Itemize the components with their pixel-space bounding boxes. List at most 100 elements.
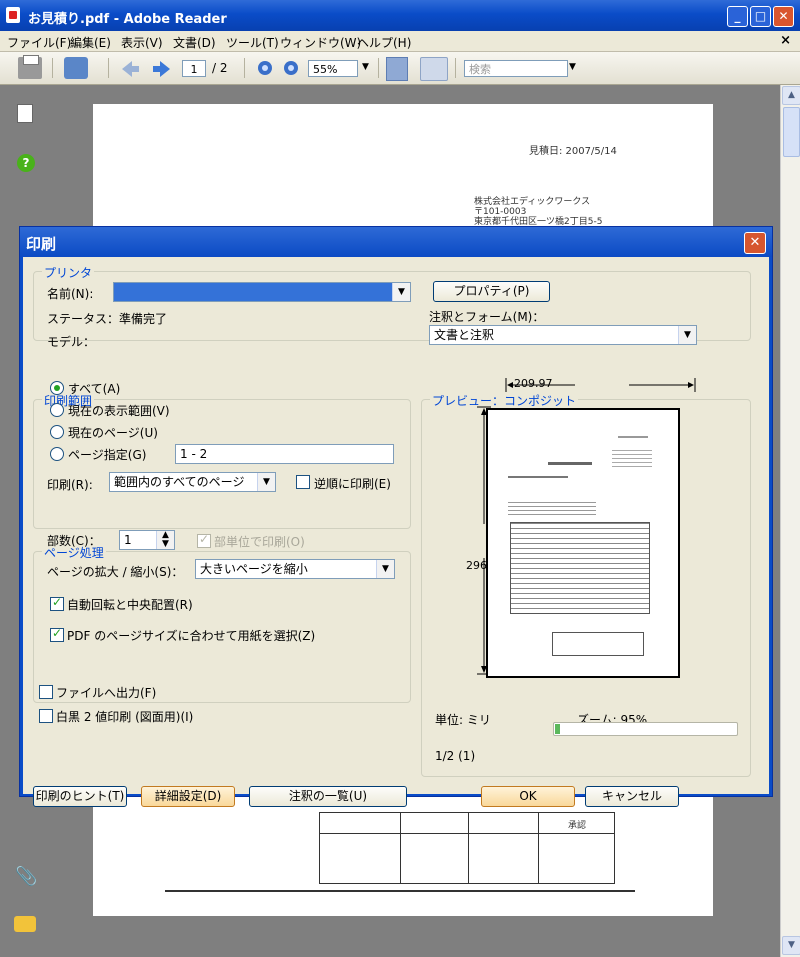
zoom-out-icon[interactable] bbox=[258, 61, 272, 75]
title-bar: お見積り.pdf - Adobe Reader _ □ ✕ bbox=[0, 0, 800, 31]
ok-button[interactable]: OK bbox=[481, 786, 575, 807]
scroll-down-icon[interactable]: ▼ bbox=[782, 936, 800, 955]
choose-paper-checkbox[interactable] bbox=[50, 626, 64, 642]
printer-name-select[interactable]: ▼ bbox=[113, 282, 411, 302]
chevron-down-icon: ▼ bbox=[678, 326, 696, 344]
chevron-down-icon: ▼ bbox=[376, 560, 394, 578]
zoom-dropdown-icon[interactable]: ▼ bbox=[362, 62, 369, 72]
scaling-select[interactable]: 大きいページを縮小 ▼ bbox=[195, 559, 395, 579]
scroll-thumb[interactable] bbox=[783, 107, 800, 157]
document-close-icon[interactable]: × bbox=[780, 33, 791, 48]
adobe-reader-icon bbox=[6, 7, 20, 23]
toolbar-separator bbox=[455, 58, 456, 78]
range-all-radio[interactable] bbox=[50, 381, 64, 395]
range-all-label[interactable]: すべて(A) bbox=[68, 380, 120, 397]
annotations-select[interactable]: 文書と注釈 ▼ bbox=[429, 325, 697, 345]
chevron-down-icon: ▼ bbox=[257, 473, 275, 491]
attachment-icon[interactable]: 📎 bbox=[15, 866, 37, 887]
grayscale-checkbox[interactable] bbox=[39, 709, 53, 723]
print-to-file-label[interactable]: ファイルへ出力(F) bbox=[56, 684, 156, 701]
menu-edit[interactable]: 編集(E) bbox=[70, 34, 111, 51]
zoom-in-icon[interactable] bbox=[284, 61, 298, 75]
grayscale-label[interactable]: 白黒 2 値印刷 (図面用)(I) bbox=[56, 708, 193, 725]
print-tips-button[interactable]: 印刷のヒント(T) bbox=[33, 786, 127, 807]
help-icon[interactable]: ? bbox=[17, 154, 35, 172]
toolbar: 1 / 2 55% ▼ 検索 ▼ bbox=[0, 52, 800, 85]
range-view-label[interactable]: 現在の表示範囲(V) bbox=[68, 402, 170, 419]
preview-page-slider[interactable] bbox=[553, 722, 738, 736]
collate-checkbox[interactable] bbox=[197, 532, 211, 548]
close-button[interactable]: ✕ bbox=[773, 6, 794, 27]
copies-input[interactable]: 1 ▲ ▼ bbox=[119, 530, 175, 550]
maximize-button[interactable]: □ bbox=[750, 6, 771, 27]
reverse-order-label[interactable]: 逆順に印刷(E) bbox=[314, 475, 391, 492]
collate-label: 部単位で印刷(O) bbox=[214, 535, 305, 549]
spinner-icon[interactable]: ▲ ▼ bbox=[156, 531, 174, 549]
auto-rotate-label[interactable]: 自動回転と中央配置(R) bbox=[67, 596, 193, 613]
menu-file[interactable]: ファイル(F) bbox=[7, 34, 71, 51]
preview-unit: 単位: ミリ bbox=[435, 713, 491, 727]
copies-label: 部数(C)： bbox=[47, 534, 101, 548]
cancel-button[interactable]: キャンセル bbox=[585, 786, 679, 807]
printer-model: モデル： bbox=[47, 335, 96, 349]
preview-table bbox=[510, 522, 650, 614]
range-page-radio[interactable] bbox=[50, 425, 64, 439]
reverse-order-checkbox[interactable] bbox=[296, 475, 310, 489]
search-tool-icon[interactable] bbox=[64, 57, 88, 79]
advanced-button[interactable]: 詳細設定(D) bbox=[141, 786, 235, 807]
fit-width-icon[interactable] bbox=[386, 57, 408, 81]
page-total: / 2 bbox=[212, 61, 228, 75]
menu-help[interactable]: ヘルプ(H) bbox=[357, 34, 411, 51]
zoom-input[interactable]: 55% bbox=[308, 60, 358, 77]
range-pages-radio[interactable] bbox=[50, 447, 64, 461]
stamp-label: 承認 bbox=[568, 821, 587, 831]
printer-group-label: プリンタ bbox=[42, 264, 95, 281]
scaling-value: 大きいページを縮小 bbox=[200, 562, 308, 576]
dialog-title-bar: 印刷 ✕ bbox=[20, 227, 772, 257]
vertical-scrollbar[interactable]: ▲ ▼ bbox=[780, 85, 800, 957]
print-subset-select[interactable]: 範囲内のすべてのページ ▼ bbox=[109, 472, 276, 492]
menu-window[interactable]: ウィンドウ(W) bbox=[280, 34, 361, 51]
menu-document[interactable]: 文書(D) bbox=[173, 34, 216, 51]
fit-page-icon[interactable] bbox=[420, 57, 448, 81]
chevron-down-icon: ▼ bbox=[392, 283, 410, 301]
toolbar-separator bbox=[244, 58, 245, 78]
previous-page-icon[interactable] bbox=[120, 60, 140, 78]
print-to-file-checkbox[interactable] bbox=[39, 685, 53, 699]
page-number-input[interactable]: 1 bbox=[182, 60, 206, 77]
menu-bar: ファイル(F) 編集(E) 表示(V) 文書(D) ツール(T) ウィンドウ(W… bbox=[0, 31, 800, 52]
copies-value: 1 bbox=[124, 533, 132, 547]
preview-page: 1/2 (1) bbox=[435, 749, 476, 763]
range-page-label[interactable]: 現在のページ(U) bbox=[68, 424, 158, 441]
width-arrow-icon bbox=[505, 378, 696, 392]
next-page-icon[interactable] bbox=[152, 60, 172, 78]
auto-rotate-checkbox[interactable] bbox=[50, 595, 64, 611]
menu-tools[interactable]: ツール(T) bbox=[226, 34, 279, 51]
print-subset-label: 印刷(R): bbox=[47, 478, 93, 492]
printer-status: ステータス：準備完了 bbox=[47, 312, 168, 326]
dialog-close-button[interactable]: ✕ bbox=[744, 232, 766, 254]
menu-view[interactable]: 表示(V) bbox=[121, 34, 163, 51]
toolbar-separator bbox=[108, 58, 109, 78]
summarize-comments-button[interactable]: 注釈の一覧(U) bbox=[249, 786, 407, 807]
preview-stamp-box bbox=[552, 632, 644, 656]
minimize-button[interactable]: _ bbox=[727, 6, 748, 27]
print-icon[interactable] bbox=[18, 55, 42, 79]
scroll-up-icon[interactable]: ▲ bbox=[782, 86, 800, 105]
search-dropdown-icon[interactable]: ▼ bbox=[569, 62, 576, 72]
printer-name-label: 名前(N): bbox=[47, 287, 94, 301]
properties-button[interactable]: プロパティ(P) bbox=[433, 281, 550, 302]
print-preview-page bbox=[486, 408, 680, 678]
footer-rule bbox=[165, 890, 635, 892]
comments-icon[interactable] bbox=[14, 916, 36, 932]
pages-icon[interactable] bbox=[17, 104, 33, 123]
window-title: お見積り.pdf - Adobe Reader bbox=[28, 12, 227, 27]
search-input[interactable]: 検索 bbox=[464, 60, 568, 77]
quote-date: 見積日: 2007/5/14 bbox=[529, 146, 617, 157]
toolbar-separator bbox=[378, 58, 379, 78]
choose-paper-label[interactable]: PDF のページサイズに合わせて用紙を選択(Z) bbox=[67, 627, 315, 644]
annotations-value: 文書と注釈 bbox=[434, 328, 495, 342]
pages-input[interactable]: 1 - 2 bbox=[175, 444, 394, 464]
range-view-radio[interactable] bbox=[50, 403, 64, 417]
range-pages-label[interactable]: ページ指定(G) bbox=[68, 446, 146, 463]
